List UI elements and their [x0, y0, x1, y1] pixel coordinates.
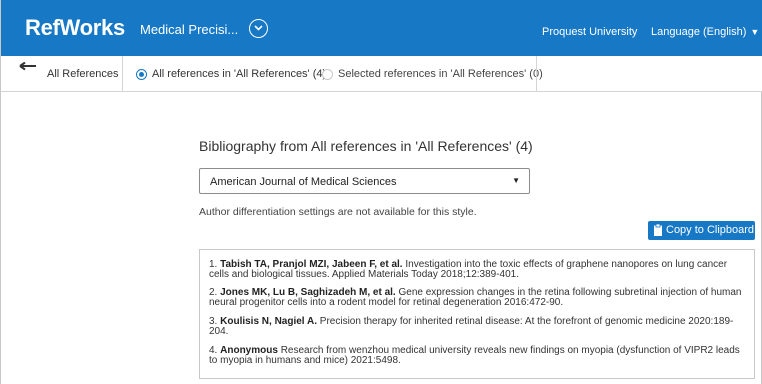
author-differentiation-note: Author differentiation settings are not … — [199, 206, 477, 218]
breadcrumb[interactable]: All References — [47, 68, 119, 80]
app-header: RefWorks Medical Precisi... Proquest Uni… — [1, 0, 762, 56]
back-arrow-icon[interactable] — [19, 61, 37, 79]
bibliography-entry: 2. Jones MK, Lu B, Saghizadeh M, et al. … — [209, 287, 742, 308]
radio-selected-references-label[interactable]: Selected references in 'All References' … — [338, 68, 543, 80]
institution-link[interactable]: Proquest University — [542, 26, 637, 38]
caret-down-icon: ▼ — [750, 27, 760, 37]
divider — [122, 56, 123, 92]
language-label: Language (English) — [651, 26, 747, 38]
bibliography-entry: 3. Koulisis N, Nagiel A. Precision thera… — [209, 316, 734, 337]
bibliography-title: Bibliography from All references in 'All… — [199, 138, 533, 154]
bibliography-entry: 4. Anonymous Research from wenzhou medic… — [209, 345, 740, 366]
citation-style-value: American Journal of Medical Sciences — [210, 176, 397, 188]
copy-to-clipboard-button[interactable]: Copy to Clipboard — [648, 221, 755, 240]
divider — [536, 56, 537, 92]
radio-all-references-label[interactable]: All references in 'All References' (4) — [152, 68, 326, 80]
bibliography-output: 1. Tabish TA, Pranjol MZI, Jabeen F, et … — [199, 249, 755, 379]
caret-down-icon: ▼ — [512, 176, 520, 185]
bibliography-entry: 1. Tabish TA, Pranjol MZI, Jabeen F, et … — [209, 259, 728, 280]
project-name[interactable]: Medical Precisi... — [140, 22, 238, 37]
copy-to-clipboard-label: Copy to Clipboard — [666, 224, 755, 236]
refworks-logo[interactable]: RefWorks — [25, 15, 125, 41]
citation-style-select[interactable]: American Journal of Medical Sciences ▼ — [199, 168, 530, 194]
language-menu[interactable]: Language (English) ▼ — [651, 26, 759, 38]
radio-selected-references[interactable] — [322, 69, 333, 80]
toolbar: All References All references in 'All Re… — [1, 56, 762, 92]
radio-all-references[interactable] — [136, 69, 147, 80]
project-menu-chevron-icon[interactable] — [249, 19, 268, 38]
clipboard-icon — [654, 223, 662, 239]
